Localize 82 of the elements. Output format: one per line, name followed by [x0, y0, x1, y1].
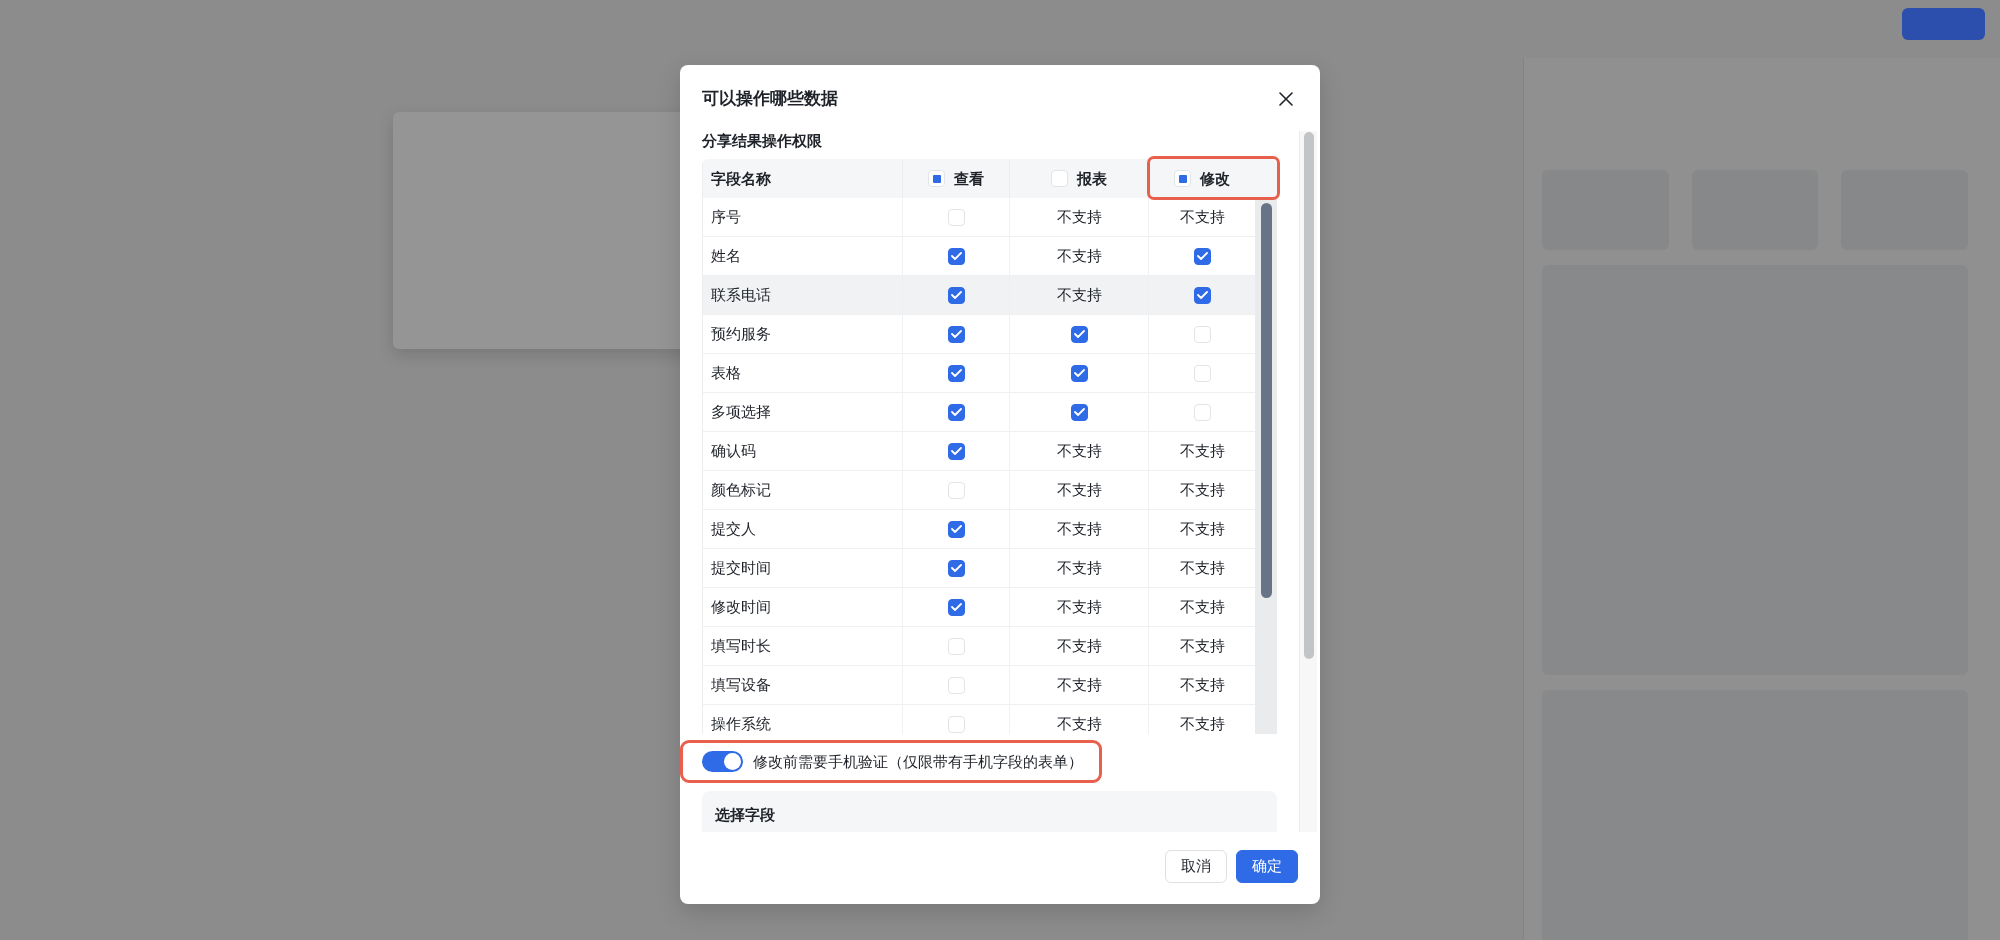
- checkmark-icon: [950, 603, 962, 611]
- toggle-label: 修改前需要手机验证（仅限带有手机字段的表单）: [753, 751, 1083, 772]
- checkmark-icon: [950, 564, 962, 572]
- field-section-title: 选择字段: [715, 806, 775, 823]
- status-text: 不支持: [1056, 598, 1102, 616]
- permission-checkbox[interactable]: [1070, 364, 1088, 382]
- column-title: 字段名称: [711, 168, 771, 189]
- permission-checkbox[interactable]: [947, 364, 965, 382]
- status-text: 不支持: [1056, 520, 1102, 538]
- status-text: 不支持: [1056, 286, 1102, 304]
- permission-checkbox[interactable]: [947, 286, 965, 304]
- checkmark-icon: [950, 447, 962, 455]
- column-checkbox[interactable]: [1051, 170, 1068, 187]
- permission-checkbox[interactable]: [947, 442, 965, 460]
- field-name: 姓名: [711, 247, 741, 265]
- checkmark-icon: [1073, 369, 1085, 377]
- field-name: 提交人: [711, 520, 756, 538]
- permission-checkbox[interactable]: [947, 403, 965, 421]
- status-text: 不支持: [1179, 715, 1225, 733]
- status-text: 不支持: [1179, 208, 1225, 226]
- scrollbar-thumb[interactable]: [1260, 203, 1272, 598]
- checkmark-icon: [1196, 291, 1208, 299]
- checkmark-icon: [1073, 408, 1085, 416]
- checkmark-icon: [950, 369, 962, 377]
- checkmark-icon: [950, 330, 962, 338]
- checkmark-icon: [950, 252, 962, 260]
- section-title: 分享结果操作权限: [702, 131, 823, 151]
- permission-checkbox[interactable]: [1193, 247, 1211, 265]
- status-text: 不支持: [1056, 481, 1102, 499]
- status-text: 不支持: [1056, 247, 1102, 265]
- status-text: 不支持: [1179, 676, 1225, 694]
- checkmark-icon: [950, 408, 962, 416]
- status-text: 不支持: [1056, 715, 1102, 733]
- column-checkbox[interactable]: [928, 170, 945, 187]
- status-text: 不支持: [1056, 637, 1102, 655]
- permission-checkbox[interactable]: [947, 520, 965, 538]
- confirm-button[interactable]: 确定: [1236, 850, 1298, 883]
- status-text: 不支持: [1056, 208, 1102, 226]
- scrollbar-thumb[interactable]: [1303, 132, 1314, 659]
- field-name: 修改时间: [711, 598, 771, 616]
- checkmark-icon: [950, 291, 962, 299]
- column-title: 查看: [954, 168, 984, 189]
- status-text: 不支持: [1179, 442, 1225, 460]
- permission-checkbox[interactable]: [1193, 286, 1211, 304]
- checkmark-icon: [950, 525, 962, 533]
- field-name: 表格: [711, 364, 741, 382]
- field-name: 联系电话: [711, 286, 771, 304]
- status-text: 不支持: [1056, 676, 1102, 694]
- permission-checkbox[interactable]: [947, 247, 965, 265]
- square-icon: [932, 174, 941, 183]
- field-name: 预约服务: [711, 325, 771, 343]
- checkmark-icon: [1196, 252, 1208, 260]
- column-checkbox[interactable]: [1174, 170, 1191, 187]
- dialog-title: 可以操作哪些数据: [702, 88, 838, 110]
- close-icon: [1279, 92, 1293, 106]
- column-title: 修改: [1200, 168, 1230, 189]
- field-name: 填写时长: [711, 637, 771, 655]
- status-text: 不支持: [1179, 520, 1225, 538]
- field-name: 操作系统: [711, 715, 771, 733]
- status-text: 不支持: [1179, 637, 1225, 655]
- field-name: 提交时间: [711, 559, 771, 577]
- square-icon: [1178, 174, 1187, 183]
- field-name: 多项选择: [711, 403, 771, 421]
- permission-checkbox[interactable]: [1070, 325, 1088, 343]
- status-text: 不支持: [1179, 559, 1225, 577]
- status-text: 不支持: [1179, 481, 1225, 499]
- field-name: 序号: [711, 208, 741, 226]
- status-text: 不支持: [1056, 559, 1102, 577]
- status-text: 不支持: [1179, 598, 1225, 616]
- permission-checkbox[interactable]: [947, 598, 965, 616]
- permission-checkbox[interactable]: [1070, 403, 1088, 421]
- close-button[interactable]: [1279, 92, 1293, 106]
- checkmark-icon: [1073, 330, 1085, 338]
- toggle-switch[interactable]: [702, 751, 743, 772]
- status-text: 不支持: [1056, 442, 1102, 460]
- field-name: 确认码: [711, 442, 756, 460]
- column-title: 报表: [1077, 168, 1107, 189]
- permission-checkbox[interactable]: [947, 325, 965, 343]
- permission-checkbox[interactable]: [947, 559, 965, 577]
- field-name: 颜色标记: [711, 481, 771, 499]
- field-name: 填写设备: [711, 676, 771, 694]
- cancel-button[interactable]: 取消: [1165, 850, 1227, 883]
